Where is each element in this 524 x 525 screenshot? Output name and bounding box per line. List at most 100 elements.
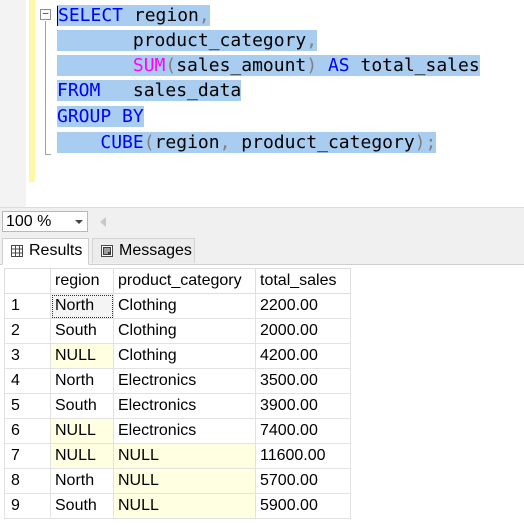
code-token: product_category xyxy=(230,132,415,153)
results-tab-strip: Results Messages xyxy=(0,235,524,265)
cell-product-category[interactable]: NULL xyxy=(113,468,256,494)
table-row[interactable]: 3 NULL Clothing 4200.00 xyxy=(4,343,351,369)
cell-product-category[interactable]: Electronics xyxy=(113,418,256,444)
table-row[interactable]: 7 NULL NULL 11600.00 xyxy=(4,443,351,469)
cell-region[interactable]: South xyxy=(50,493,114,519)
cell-product-category[interactable]: Electronics xyxy=(113,393,256,419)
tab-messages[interactable]: Messages xyxy=(92,238,195,263)
code-token: total_sales xyxy=(349,55,480,76)
code-token: ) xyxy=(306,55,318,76)
cell-total-sales[interactable]: 2200.00 xyxy=(255,293,351,319)
code-token: ( xyxy=(165,55,177,76)
outline-line xyxy=(45,21,46,155)
cell-product-category[interactable]: Clothing xyxy=(113,343,256,369)
grid-header-row: region product_category total_sales xyxy=(4,268,351,294)
table-row[interactable]: 2 South Clothing 2000.00 xyxy=(4,318,351,344)
scroll-left-icon[interactable] xyxy=(100,217,106,227)
cell-total-sales[interactable]: 3900.00 xyxy=(255,393,351,419)
cell-total-sales[interactable]: 11600.00 xyxy=(255,443,351,469)
cell-product-category[interactable]: NULL xyxy=(113,493,256,519)
column-header-product-category[interactable]: product_category xyxy=(113,268,256,294)
cell-region[interactable]: South xyxy=(50,393,114,419)
row-number[interactable]: 9 xyxy=(4,493,51,519)
code-line-selection: product_category, xyxy=(57,30,318,51)
code-line[interactable]: CUBE(region, product_category); xyxy=(57,130,437,155)
chevron-down-icon[interactable] xyxy=(75,220,83,224)
cell-region[interactable]: North xyxy=(50,468,114,494)
cell-total-sales[interactable]: 2000.00 xyxy=(255,318,351,344)
row-number[interactable]: 1 xyxy=(4,293,51,319)
collapse-region-icon[interactable]: − xyxy=(40,8,51,20)
messages-icon xyxy=(101,245,113,257)
outline-line-end xyxy=(45,154,51,155)
code-token: region xyxy=(154,132,220,153)
column-header-total-sales[interactable]: total_sales xyxy=(255,268,351,294)
code-line-selection: CUBE(region, product_category); xyxy=(57,132,437,153)
table-row[interactable]: 8 North NULL 5700.00 xyxy=(4,468,351,494)
zoom-bar: 100 % xyxy=(0,207,524,235)
code-token: CUBE xyxy=(100,132,144,153)
code-token: product_category xyxy=(57,30,307,51)
tab-messages-label: Messages xyxy=(119,242,192,259)
cell-total-sales[interactable]: 4200.00 xyxy=(255,343,351,369)
code-token: region xyxy=(123,5,199,26)
code-token: SUM xyxy=(132,55,166,76)
row-number[interactable]: 6 xyxy=(4,418,51,444)
grid-icon xyxy=(11,245,23,257)
results-grid-area: region product_category total_sales 1 Nor… xyxy=(0,265,524,525)
tab-results[interactable]: Results xyxy=(2,238,89,265)
cell-total-sales[interactable]: 7400.00 xyxy=(255,418,351,444)
cell-total-sales[interactable]: 5700.00 xyxy=(255,468,351,494)
code-line-selection: GROUP BY xyxy=(57,106,144,127)
cell-total-sales[interactable]: 5900.00 xyxy=(255,493,351,519)
cell-product-category[interactable]: NULL xyxy=(113,443,256,469)
row-number[interactable]: 2 xyxy=(4,318,51,344)
cell-region[interactable]: North xyxy=(50,368,114,394)
code-line[interactable]: SUM(sales_amount) AS total_sales xyxy=(57,53,480,78)
code-token: sales_amount xyxy=(176,55,307,76)
code-line[interactable]: product_category, xyxy=(57,28,318,53)
row-number[interactable]: 5 xyxy=(4,393,51,419)
column-header-region[interactable]: region xyxy=(50,268,114,294)
row-number[interactable]: 7 xyxy=(4,443,51,469)
cell-product-category[interactable]: Clothing xyxy=(113,293,256,319)
cell-product-category[interactable]: Electronics xyxy=(113,368,256,394)
row-number-header[interactable] xyxy=(4,268,51,294)
row-number[interactable]: 3 xyxy=(4,343,51,369)
code-line-selection: SUM(sales_amount) AS total_sales xyxy=(57,55,480,76)
code-token: , xyxy=(306,30,318,51)
code-line-selection: SELECT region, xyxy=(57,5,210,26)
zoom-dropdown[interactable]: 100 % xyxy=(2,211,88,232)
row-number[interactable]: 8 xyxy=(4,468,51,494)
cell-total-sales[interactable]: 3500.00 xyxy=(255,368,351,394)
code-line[interactable]: SELECT region, xyxy=(57,3,210,28)
grid-body: 1 North Clothing 2200.00 2 South Clothing 2000.… xyxy=(4,293,351,519)
code-line[interactable]: GROUP BY xyxy=(57,104,144,129)
code-token: ); xyxy=(414,132,437,153)
table-row[interactable]: 4 North Electronics 3500.00 xyxy=(4,368,351,394)
table-row[interactable]: 5 South Electronics 3900.00 xyxy=(4,393,351,419)
sql-editor[interactable]: − SELECT region, product_category, SUM(s… xyxy=(0,0,524,207)
code-line[interactable]: FROM sales_data xyxy=(57,78,242,103)
cell-product-category[interactable]: Clothing xyxy=(113,318,256,344)
cell-region[interactable]: North xyxy=(50,293,114,319)
code-token: FROM xyxy=(57,80,101,101)
cell-region[interactable]: NULL xyxy=(50,343,114,369)
cell-region[interactable]: NULL xyxy=(50,443,114,469)
cell-region[interactable]: NULL xyxy=(50,418,114,444)
editor-gutter xyxy=(0,0,26,207)
code-token: AS xyxy=(327,55,350,76)
code-token: sales_data xyxy=(100,80,242,101)
cell-region[interactable]: South xyxy=(50,318,114,344)
table-row[interactable]: 1 North Clothing 2200.00 xyxy=(4,293,351,319)
results-grid[interactable]: region product_category total_sales 1 Nor… xyxy=(4,268,351,519)
table-row[interactable]: 6 NULL Electronics 7400.00 xyxy=(4,418,351,444)
ssms-query-window: − SELECT region, product_category, SUM(s… xyxy=(0,0,524,525)
row-number[interactable]: 4 xyxy=(4,368,51,394)
tab-results-label: Results xyxy=(29,242,83,259)
table-row[interactable]: 9 South NULL 5900.00 xyxy=(4,493,351,519)
